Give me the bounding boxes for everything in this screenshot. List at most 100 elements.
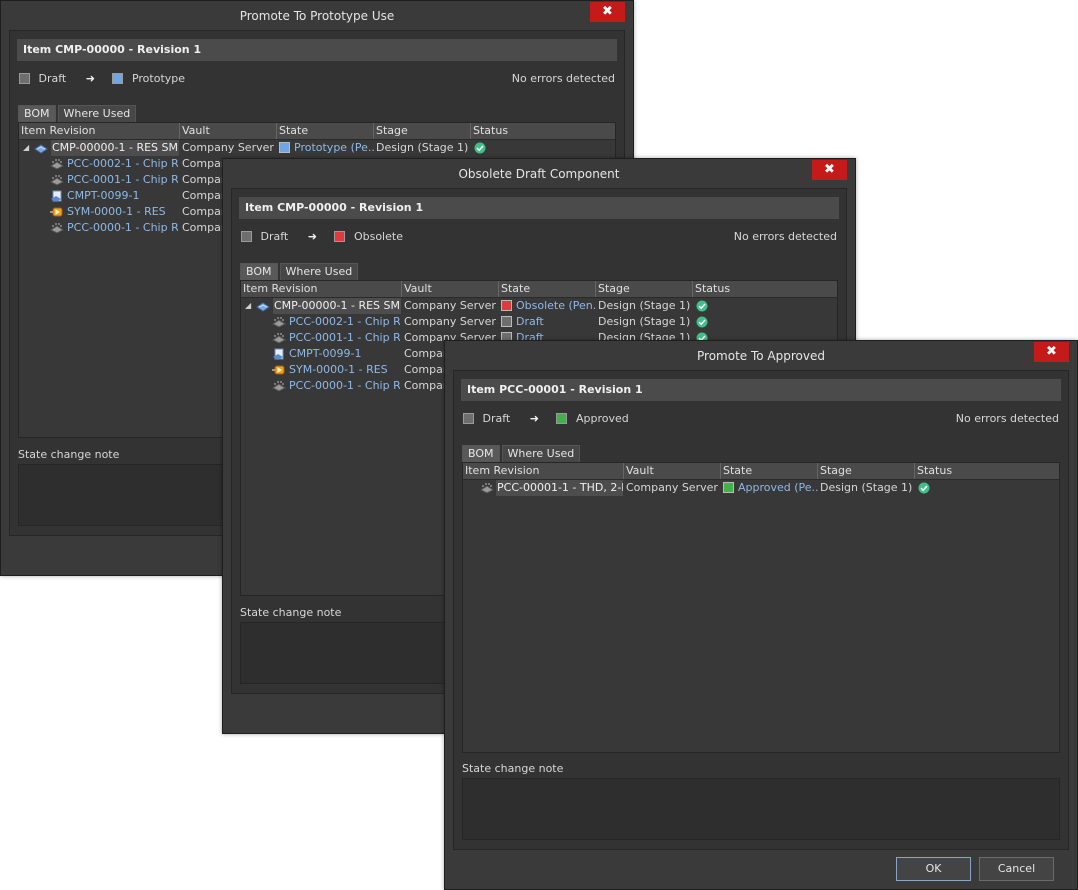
item-revision: PCC-0000-1 - Chip Res — [289, 379, 400, 392]
table-row[interactable]: ◢ CMP-00000-1 - RES SMD Company Server P… — [19, 140, 615, 156]
stage: Design (Stage 1) — [598, 315, 691, 328]
col-item-revision[interactable]: Item Revision — [463, 463, 624, 479]
vault: Company Server — [626, 481, 718, 494]
item-revision: PCC-0001-1 - Chip Res — [67, 173, 178, 186]
tab-where-used[interactable]: Where Used — [279, 263, 359, 280]
stage: Design (Stage 1) — [598, 299, 691, 312]
collapse-triangle-icon[interactable]: ◢ — [23, 140, 29, 156]
stage: Design (Stage 1) — [820, 481, 913, 494]
col-vault[interactable]: Vault — [180, 123, 277, 139]
item-revision: PCC-0002-1 - Chip Res — [67, 157, 178, 170]
state: Prototype (Pe... — [279, 140, 374, 156]
component-icon — [34, 144, 48, 154]
template-icon — [273, 348, 284, 360]
tab-bar: BOM Where Used — [240, 263, 360, 280]
stage: Design (Stage 1) — [376, 141, 469, 154]
from-state-label: Draft — [482, 412, 511, 425]
item-revision: SYM-0000-1 - RES — [67, 205, 166, 218]
collapse-triangle-icon[interactable]: ◢ — [245, 298, 251, 314]
footprint-icon — [50, 159, 64, 170]
state-swatch — [501, 316, 512, 327]
close-button[interactable]: ✖ — [590, 2, 625, 22]
cancel-button[interactable]: Cancel — [979, 857, 1054, 881]
state-swatch — [501, 300, 512, 311]
tab-bom[interactable]: BOM — [18, 105, 56, 122]
grid-header: Item Revision Vault State Stage Status — [463, 463, 1059, 480]
col-stage[interactable]: Stage — [374, 123, 471, 139]
vault: Company Server — [404, 315, 496, 328]
grid-header: Item Revision Vault State Stage Status — [19, 123, 615, 140]
symbol-icon — [272, 365, 285, 375]
tab-bar: BOM Where Used — [18, 105, 138, 122]
col-vault[interactable]: Vault — [402, 281, 499, 297]
vault: Company Server — [404, 299, 496, 312]
grid-header: Item Revision Vault State Stage Status — [241, 281, 837, 298]
table-row[interactable]: PCC-0002-1 - Chip Res Company Server Dra… — [241, 314, 837, 330]
template-icon — [51, 190, 62, 202]
col-state[interactable]: State — [721, 463, 818, 479]
close-button[interactable]: ✖ — [812, 160, 847, 180]
check-icon — [918, 482, 930, 494]
item-revision: CMP-00000-1 - RES SMD — [273, 298, 401, 314]
state-change-note-input[interactable] — [462, 778, 1060, 840]
to-state-label: Approved — [575, 412, 629, 425]
tab-bom[interactable]: BOM — [462, 445, 500, 462]
from-state-swatch — [463, 413, 474, 424]
col-item-revision[interactable]: Item Revision — [241, 281, 402, 297]
arrow-icon: ➜ — [307, 230, 317, 243]
from-state-swatch — [19, 73, 30, 84]
state: Approved (Pe... — [723, 480, 818, 496]
from-state-swatch — [241, 231, 252, 242]
col-status[interactable]: Status — [693, 281, 837, 297]
item-header: Item CMP-00000 - Revision 1 — [239, 197, 839, 219]
error-status: No errors detected — [733, 230, 837, 243]
item-revision: PCC-0000-1 - Chip Res — [67, 221, 178, 234]
state-change-note-label: State change note — [240, 606, 342, 619]
state-change-note-label: State change note — [18, 448, 120, 461]
footprint-icon — [480, 483, 494, 494]
table-row[interactable]: ◢ CMP-00000-1 - RES SMD Company Server O… — [241, 298, 837, 314]
to-state-swatch — [556, 413, 568, 424]
tab-where-used[interactable]: Where Used — [501, 445, 581, 462]
component-icon — [256, 302, 270, 312]
col-stage[interactable]: Stage — [596, 281, 693, 297]
state-transition: Draft ➜ Obsolete — [241, 230, 403, 244]
check-icon — [696, 300, 708, 312]
ok-button[interactable]: OK — [896, 857, 971, 881]
state: Draft — [501, 314, 596, 330]
state-swatch — [723, 482, 734, 493]
footprint-icon — [50, 175, 64, 186]
col-vault[interactable]: Vault — [624, 463, 721, 479]
tab-where-used[interactable]: Where Used — [57, 105, 137, 122]
footprint-icon — [50, 223, 64, 234]
col-status[interactable]: Status — [471, 123, 615, 139]
symbol-icon — [50, 207, 63, 217]
col-status[interactable]: Status — [915, 463, 1059, 479]
col-state[interactable]: State — [499, 281, 596, 297]
from-state-label: Draft — [260, 230, 289, 243]
arrow-icon: ➜ — [85, 72, 95, 85]
to-state-label: Obsolete — [353, 230, 403, 243]
item-revision: CMPT-0099-1 — [67, 189, 140, 202]
item-revision: SYM-0000-1 - RES — [289, 363, 388, 376]
from-state-label: Draft — [38, 72, 67, 85]
error-status: No errors detected — [511, 72, 615, 85]
to-state-swatch — [112, 73, 124, 84]
close-button[interactable]: ✖ — [1034, 342, 1069, 362]
to-state-swatch — [334, 231, 346, 242]
to-state-label: Prototype — [131, 72, 186, 85]
check-icon — [696, 316, 708, 328]
check-icon — [474, 142, 486, 154]
dialog-title: Promote To Prototype Use — [239, 9, 395, 23]
tab-bom[interactable]: BOM — [240, 263, 278, 280]
item-revision: PCC-0002-1 - Chip Res — [289, 315, 400, 328]
col-state[interactable]: State — [277, 123, 374, 139]
col-item-revision[interactable]: Item Revision — [19, 123, 180, 139]
item-revision: CMP-00000-1 - RES SMD — [51, 140, 179, 156]
dialog-title: Obsolete Draft Component — [458, 167, 620, 181]
bom-grid: Item Revision Vault State Stage Status P… — [462, 462, 1060, 753]
item-header: Item PCC-00001 - Revision 1 — [461, 379, 1061, 401]
table-row[interactable]: PCC-00001-1 - THD, 2-Lea Company Server … — [463, 480, 1059, 496]
col-stage[interactable]: Stage — [818, 463, 915, 479]
footprint-icon — [272, 317, 286, 328]
